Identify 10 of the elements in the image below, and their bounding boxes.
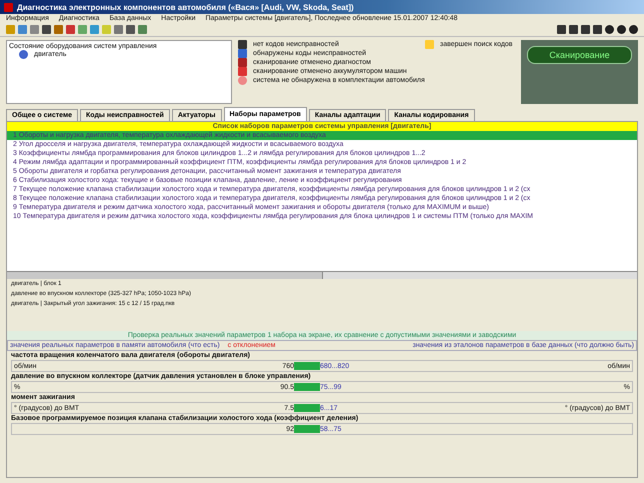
engine-icon [19,50,28,59]
value-marker [294,383,320,391]
horizontal-scrollbar[interactable] [7,271,637,279]
value-marker [294,362,320,370]
value-marker [294,425,320,433]
scan-button[interactable]: Сканирование [527,46,632,64]
status-icon [425,40,434,49]
app-icon [4,2,13,12]
value-marker [294,404,320,412]
window-title: Диагностика электронных компонентов автомобиля («Вася» [Audi, VW, Skoda, Seat]) [0,0,644,14]
